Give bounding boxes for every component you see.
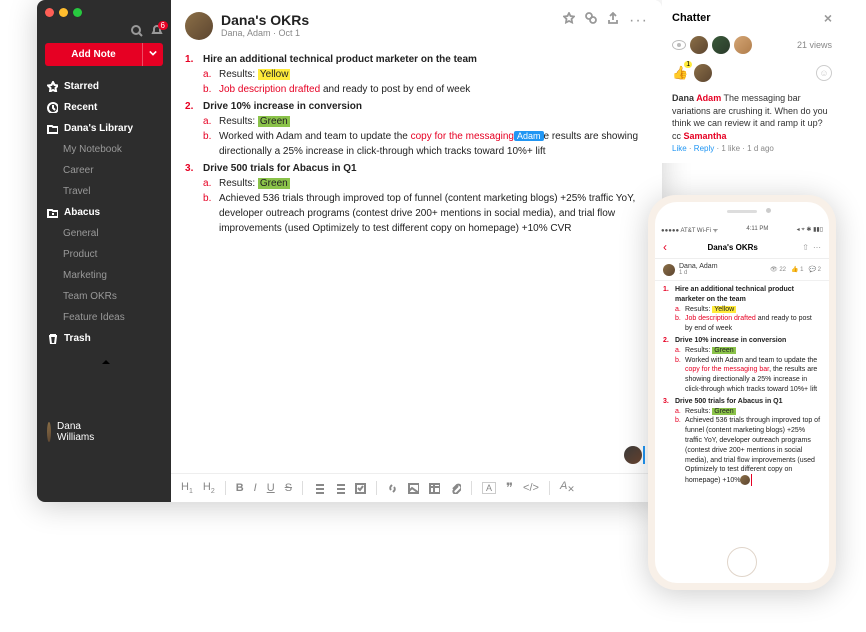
window-controls	[37, 0, 171, 25]
italic-tool[interactable]: I	[254, 482, 257, 494]
more-icon[interactable]: ⋯	[813, 243, 821, 252]
close-window[interactable]	[45, 8, 54, 17]
sidebar-item-travel[interactable]: Travel	[37, 181, 171, 202]
sidebar-item-dana-s-library[interactable]: Dana's Library	[37, 118, 171, 139]
sidebar-item-feature-ideas[interactable]: Feature Ideas	[37, 307, 171, 328]
chatter-panel: Chatter × 21 views 👍 1 ☺ Dana Adam The m…	[662, 0, 842, 163]
editor-pane: Dana's OKRs Dana, Adam · Oct 1 ··· Hire …	[171, 0, 662, 502]
sidebar-item-career[interactable]: Career	[37, 160, 171, 181]
home-button[interactable]	[727, 547, 757, 577]
number-list-tool[interactable]	[334, 483, 345, 494]
reply-link[interactable]: Reply	[694, 144, 714, 153]
sidebar-item-starred[interactable]: Starred	[37, 76, 171, 97]
sidebar-item-team-okrs[interactable]: Team OKRs	[37, 286, 171, 307]
share-icon[interactable]	[607, 12, 619, 24]
share-icon[interactable]: ⇧	[802, 243, 809, 252]
checklist-tool[interactable]	[355, 483, 366, 494]
highlight-tool[interactable]: A	[482, 482, 496, 494]
sidebar-item-general[interactable]: General	[37, 223, 171, 244]
heading-tool[interactable]: H1	[181, 481, 193, 495]
view-count: 21 views	[797, 40, 832, 50]
user-name: Dana Williams	[57, 421, 94, 443]
format-toolbar: H1 H2 B I U S A ❞ </> A✕	[171, 473, 662, 502]
doc-meta: Dana, Adam · Oct 1	[221, 28, 309, 38]
close-icon[interactable]: ×	[824, 10, 832, 26]
user-profile[interactable]: Dana Williams	[37, 349, 171, 502]
avatar	[663, 264, 675, 276]
viewer-avatar	[734, 36, 752, 54]
phone-doc-title: Dana's OKRs	[667, 243, 798, 252]
add-note-dropdown[interactable]	[142, 43, 163, 66]
reactor-avatar	[694, 64, 712, 82]
search-icon[interactable]	[131, 25, 143, 37]
viewer-avatar	[690, 36, 708, 54]
eye-icon	[672, 40, 686, 50]
bold-tool[interactable]: B	[236, 482, 244, 494]
sidebar-item-my-notebook[interactable]: My Notebook	[37, 139, 171, 160]
star-icon[interactable]	[563, 12, 575, 24]
add-note-button[interactable]: Add Note	[45, 43, 163, 66]
reaction-thumbs-up[interactable]: 👍 1	[672, 65, 688, 81]
sidebar-item-trash[interactable]: Trash	[37, 328, 171, 349]
folder-plus-icon	[47, 207, 58, 218]
avatar	[47, 422, 51, 442]
sidebar: 6 Add Note StarredRecentDana's LibraryMy…	[37, 0, 171, 502]
attach-tool[interactable]	[450, 483, 461, 494]
doc-body[interactable]: Hire an additional technical product mar…	[171, 46, 662, 473]
chevron-up-icon	[100, 357, 161, 502]
star-icon	[47, 81, 58, 92]
notification-badge: 6	[158, 21, 168, 30]
viewer-avatar	[712, 36, 730, 54]
strike-tool[interactable]: S	[285, 482, 292, 494]
comment-actions: Like · Reply · 1 like · 1 d ago	[672, 144, 832, 153]
link-tool[interactable]	[387, 483, 398, 494]
phone-doc-body[interactable]: Hire an additional technical product mar…	[655, 281, 829, 543]
clock-icon	[47, 102, 58, 113]
doc-title: Dana's OKRs	[221, 12, 309, 28]
image-tool[interactable]	[408, 483, 419, 494]
sidebar-item-abacus[interactable]: Abacus	[37, 202, 171, 223]
bullet-list-tool[interactable]	[313, 483, 324, 494]
maximize-window[interactable]	[73, 8, 82, 17]
sidebar-item-recent[interactable]: Recent	[37, 97, 171, 118]
author-avatar	[185, 12, 213, 40]
table-tool[interactable]	[429, 483, 440, 494]
minimize-window[interactable]	[59, 8, 68, 17]
comment: Dana Adam The messaging bar variations a…	[672, 92, 832, 142]
trash-icon	[47, 333, 58, 344]
link-icon[interactable]	[585, 12, 597, 24]
code-tool[interactable]: </>	[523, 482, 539, 494]
collaborator-cursor	[624, 446, 642, 464]
sidebar-item-product[interactable]: Product	[37, 244, 171, 265]
more-icon[interactable]: ···	[629, 12, 648, 30]
underline-tool[interactable]: U	[267, 482, 275, 494]
like-link[interactable]: Like	[672, 144, 687, 153]
add-note-main[interactable]: Add Note	[45, 43, 142, 66]
quote-tool[interactable]: ❞	[506, 480, 513, 496]
phone-mockup: ●●●●● AT&T Wi-Fi ᯤ 4:11 PM ◂ ⌖ ✱ ▮▮▯ ‹ D…	[648, 195, 836, 590]
clear-format-tool[interactable]: A✕	[560, 480, 575, 495]
heading2-tool[interactable]: H2	[203, 481, 215, 495]
folder-icon	[47, 123, 58, 134]
add-reaction[interactable]: ☺	[816, 65, 832, 81]
chatter-title: Chatter	[672, 12, 711, 24]
status-bar: ●●●●● AT&T Wi-Fi ᯤ 4:11 PM ◂ ⌖ ✱ ▮▮▯	[655, 224, 829, 236]
sidebar-item-marketing[interactable]: Marketing	[37, 265, 171, 286]
